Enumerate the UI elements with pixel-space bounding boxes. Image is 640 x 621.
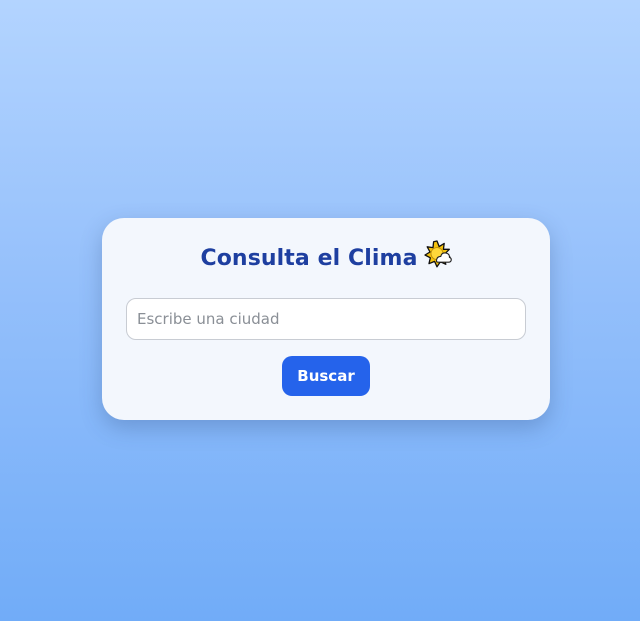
weather-card: Consulta el Clima Buscar (102, 218, 550, 420)
page-title: Consulta el Clima (102, 240, 550, 274)
city-search-input[interactable] (126, 298, 526, 340)
title-text: Consulta el Clima (200, 246, 418, 271)
search-button[interactable]: Buscar (282, 356, 370, 396)
sun-behind-cloud-icon (423, 240, 452, 274)
